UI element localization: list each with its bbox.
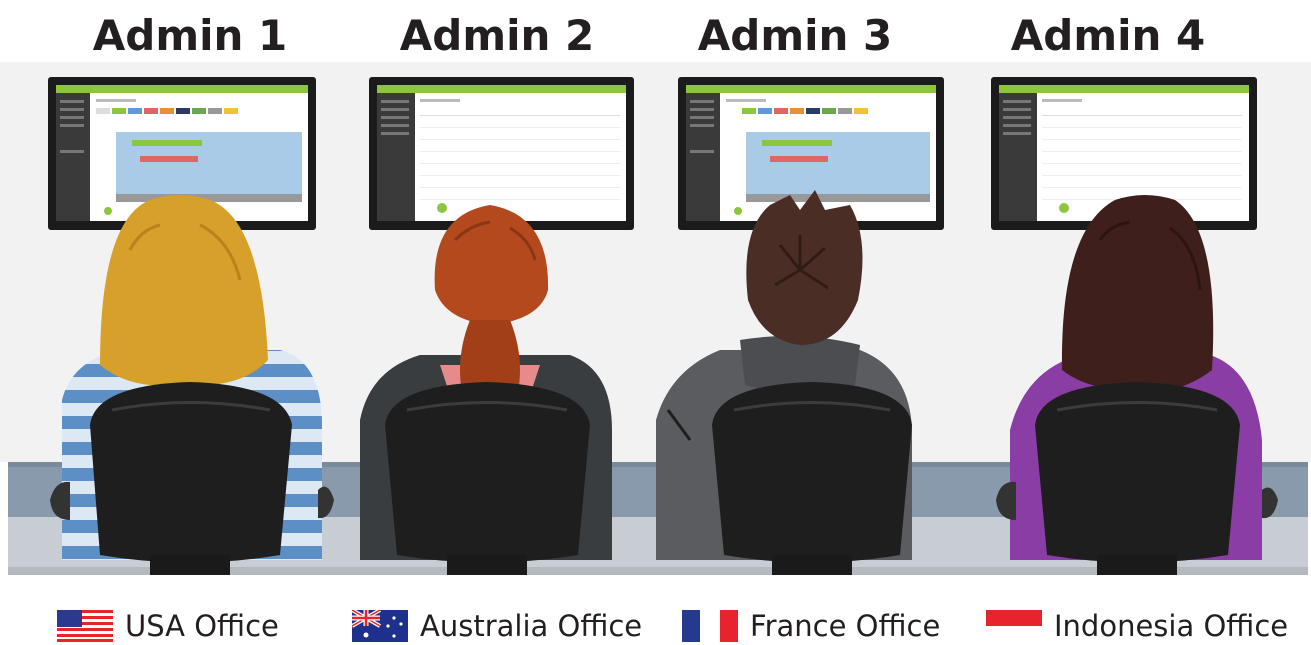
admin-3-title: Admin 3 [697, 11, 893, 60]
australia-flag-icon [352, 610, 408, 642]
france-office-label: France Office [750, 609, 941, 643]
france-flag-icon [682, 610, 738, 642]
admin-2-title: Admin 2 [399, 11, 595, 60]
indonesia-flag-icon [986, 610, 1042, 642]
usa-office-label: USA Office [125, 609, 279, 643]
chair-4 [1035, 382, 1240, 575]
indonesia-office-label: Indonesia Office [1054, 609, 1289, 643]
australia-office-label: Australia Office [420, 609, 643, 643]
legend-indonesia: Indonesia Office [986, 609, 1288, 643]
usa-flag-icon [57, 610, 113, 642]
monitor-2 [369, 77, 634, 230]
admin-4-title: Admin 4 [1010, 11, 1206, 60]
office-scene-illustration [0, 62, 1311, 580]
chair-2 [385, 382, 590, 575]
chair-1 [90, 382, 292, 575]
legend-france: France Office [682, 609, 940, 643]
legend-australia: Australia Office [352, 609, 642, 643]
admin-1-title: Admin 1 [92, 11, 288, 60]
legend-usa: USA Office [57, 609, 279, 643]
